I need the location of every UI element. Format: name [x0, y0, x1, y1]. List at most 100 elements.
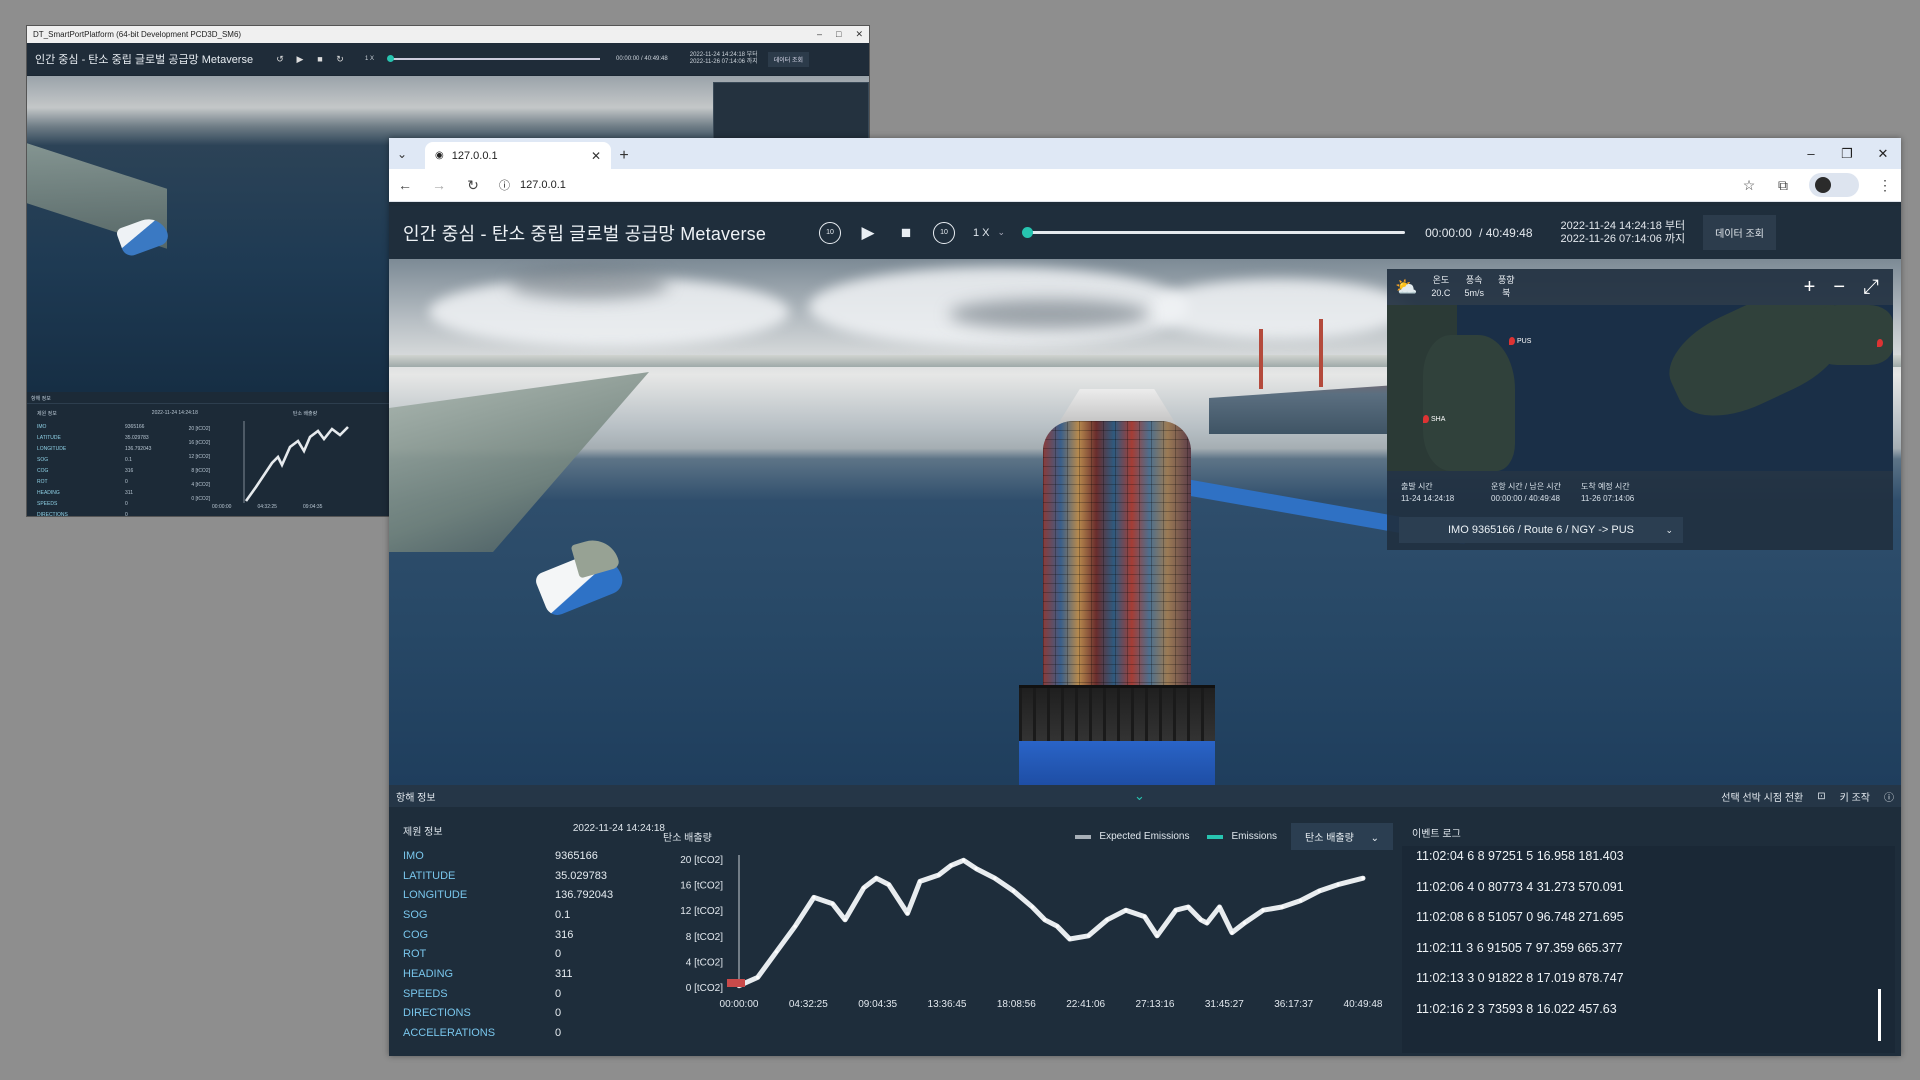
address-bar[interactable]: ⓘ 127.0.0.1: [499, 177, 1723, 193]
event-log-line: 11:02:06 4 0 80773 4 31.273 570.091: [1416, 879, 1624, 894]
departure-value: 11-24 14:24:18: [1401, 494, 1455, 503]
selected-container-ship[interactable]: [1019, 389, 1215, 785]
restore-icon[interactable]: ❐: [1829, 138, 1865, 169]
x-tick-label: 04:32:25: [789, 999, 828, 1010]
port-label: PUS: [1517, 337, 1532, 345]
data-point-emissions: [1230, 931, 1234, 935]
url-text[interactable]: 127.0.0.1: [520, 179, 566, 191]
data-point-emissions: [1336, 883, 1340, 887]
bg-forward-icon[interactable]: ↻: [335, 54, 345, 64]
chevron-down-icon[interactable]: ⌄: [998, 227, 1006, 238]
spec-row: SPEEDS 0: [399, 984, 689, 1004]
bg-minimize-icon[interactable]: –: [817, 29, 822, 40]
collapse-chevron-icon[interactable]: ⌄: [1134, 788, 1145, 804]
extensions-icon[interactable]: ⧉: [1775, 177, 1791, 194]
bg-spec-key: SPEEDS: [37, 501, 58, 507]
event-log-scrollbar[interactable]: [1878, 989, 1881, 1041]
zoom-in-icon[interactable]: +: [1804, 276, 1816, 299]
spec-value: 0.1: [555, 908, 571, 921]
fullscreen-icon[interactable]: ⤢: [1863, 276, 1879, 299]
bg-spec-key: LATITUDE: [37, 435, 61, 441]
browser-window[interactable]: ⌄ ◉ 127.0.0.1 ✕ + – ❐ ✕ ← → ↻ ⓘ 127.0.0.…: [389, 138, 1901, 1056]
bg-spec-date: 2022-11-24 14:24:18: [151, 410, 198, 416]
minimize-icon[interactable]: –: [1793, 138, 1829, 169]
back-icon[interactable]: ←: [397, 177, 413, 193]
data-point-emissions: [937, 873, 941, 877]
spec-row: IMO 9365166: [399, 846, 689, 866]
rewind-10-button[interactable]: 10: [817, 220, 843, 246]
y-tick-label: 12 [tCO2]: [680, 906, 723, 917]
bg-progress-bar[interactable]: [387, 55, 601, 62]
tab-active[interactable]: ◉ 127.0.0.1 ✕: [425, 142, 611, 169]
arrival-value: 11-26 07:14:06: [1581, 494, 1635, 503]
event-log-lines[interactable]: 11:02:04 6 8 97251 5 16.958 181.403 11:02…: [1402, 841, 1895, 1024]
date-from: 2022-11-24 14:24:18 부터: [1560, 219, 1686, 232]
legend-label-expected: Expected Emissions: [1099, 831, 1190, 842]
stop-button[interactable]: ■: [893, 220, 919, 246]
bg-app-title: 인간 중심 - 탄소 중립 글로벌 공급망 Metaverse: [35, 54, 254, 66]
bg-date-button[interactable]: 데이터 조회: [767, 51, 809, 67]
zoom-out-icon[interactable]: −: [1833, 276, 1845, 299]
spec-date: 2022-11-24 14:24:18: [572, 823, 665, 834]
bg-close-icon[interactable]: ✕: [855, 29, 863, 40]
data-point-emissions: [874, 876, 878, 880]
port-pin-ngy[interactable]: [1877, 339, 1883, 347]
bg-play-icon[interactable]: ▶: [295, 54, 305, 64]
reload-icon[interactable]: ↻: [465, 177, 481, 194]
forward-icon[interactable]: →: [431, 177, 447, 193]
data-point-emissions: [831, 902, 835, 906]
arrival-time: 도착 예정 시간 11-26 07:14:06: [1581, 481, 1669, 509]
cloud: [1149, 279, 1409, 339]
spec-key: ACCELERATIONS: [403, 1027, 496, 1040]
bookmark-star-icon[interactable]: ☆: [1741, 177, 1757, 194]
bg-rewind-icon[interactable]: ↺: [275, 54, 285, 64]
camera-icon[interactable]: ⊡: [1817, 791, 1825, 802]
pier: [389, 372, 649, 552]
minimap[interactable]: PUS SHA: [1387, 305, 1893, 471]
menu-kebab-icon[interactable]: ⋮: [1877, 177, 1893, 194]
close-icon[interactable]: ✕: [1865, 138, 1901, 169]
site-info-icon: ◉: [435, 150, 444, 161]
chart-legend: Expected Emissions Emissions: [1075, 831, 1277, 842]
bg-stop-icon[interactable]: ■: [315, 54, 325, 64]
bg-titlebar: DT_SmartPortPlatform (64-bit Development…: [27, 26, 869, 43]
metric-select[interactable]: 탄소 배출량 ⌄: [1291, 823, 1393, 850]
progress-knob[interactable]: [1022, 227, 1034, 238]
tab-search-icon[interactable]: ⌄: [389, 141, 415, 167]
data-point-emissions: [1199, 918, 1203, 922]
data-point-emissions: [1068, 937, 1072, 941]
spec-key: LONGITUDE: [403, 889, 468, 902]
data-query-button[interactable]: 데이터 조회: [1703, 215, 1776, 250]
spec-value: 311: [555, 967, 573, 980]
route-select[interactable]: IMO 9365166 / Route 6 / NGY -> PUS ⌄: [1399, 517, 1683, 543]
voyage-times: 출발 시간 11-24 14:24:18 운항 시간 / 남은 시간 00:00…: [1387, 471, 1893, 509]
spec-row: ACCELERATIONS 0: [399, 1023, 689, 1043]
temperature: 온도 20.C: [1431, 274, 1450, 300]
avatar: [1815, 177, 1831, 193]
spec-value: 316: [555, 928, 574, 941]
port-pin-sha[interactable]: SHA: [1423, 415, 1445, 423]
tab-close-icon[interactable]: ✕: [591, 149, 601, 163]
bg-emission-title: 탄소 배출량: [292, 411, 318, 417]
bg-maximize-icon[interactable]: □: [836, 29, 841, 40]
new-tab-icon[interactable]: +: [611, 142, 637, 169]
speed-select[interactable]: 1 X: [973, 227, 990, 239]
forward-10-button[interactable]: 10: [931, 220, 957, 246]
bg-spec-row: HEADING 311: [37, 488, 151, 499]
view-switch-label[interactable]: 선택 선박 시점 전환: [1721, 789, 1803, 804]
bg-spec-value: 0.1: [125, 457, 132, 463]
wind-speed-label: 풍속: [1465, 275, 1483, 285]
key-control-label[interactable]: 키 조작: [1840, 789, 1870, 804]
3d-scene-viewport[interactable]: ⛅ 온도 20.C 풍속 5m/s 풍향 북 + − ⤢ PUS SHA 출발 …: [389, 259, 1901, 785]
play-button[interactable]: ▶: [855, 220, 881, 246]
info-icon[interactable]: ⓘ: [1884, 789, 1894, 804]
playback-controls: 10 ▶ ■ 10: [817, 220, 957, 246]
site-security-icon[interactable]: ⓘ: [499, 177, 510, 193]
data-point-emissions: [1205, 921, 1209, 925]
playback-progress-bar[interactable]: [1022, 227, 1406, 238]
profile-button[interactable]: [1809, 173, 1859, 197]
departure-label: 출발 시간: [1401, 482, 1433, 491]
port-pin-pus[interactable]: PUS: [1509, 337, 1531, 345]
bg-speed[interactable]: 1 X: [365, 56, 374, 62]
bg-window-title: DT_SmartPortPlatform (64-bit Development…: [33, 30, 242, 39]
